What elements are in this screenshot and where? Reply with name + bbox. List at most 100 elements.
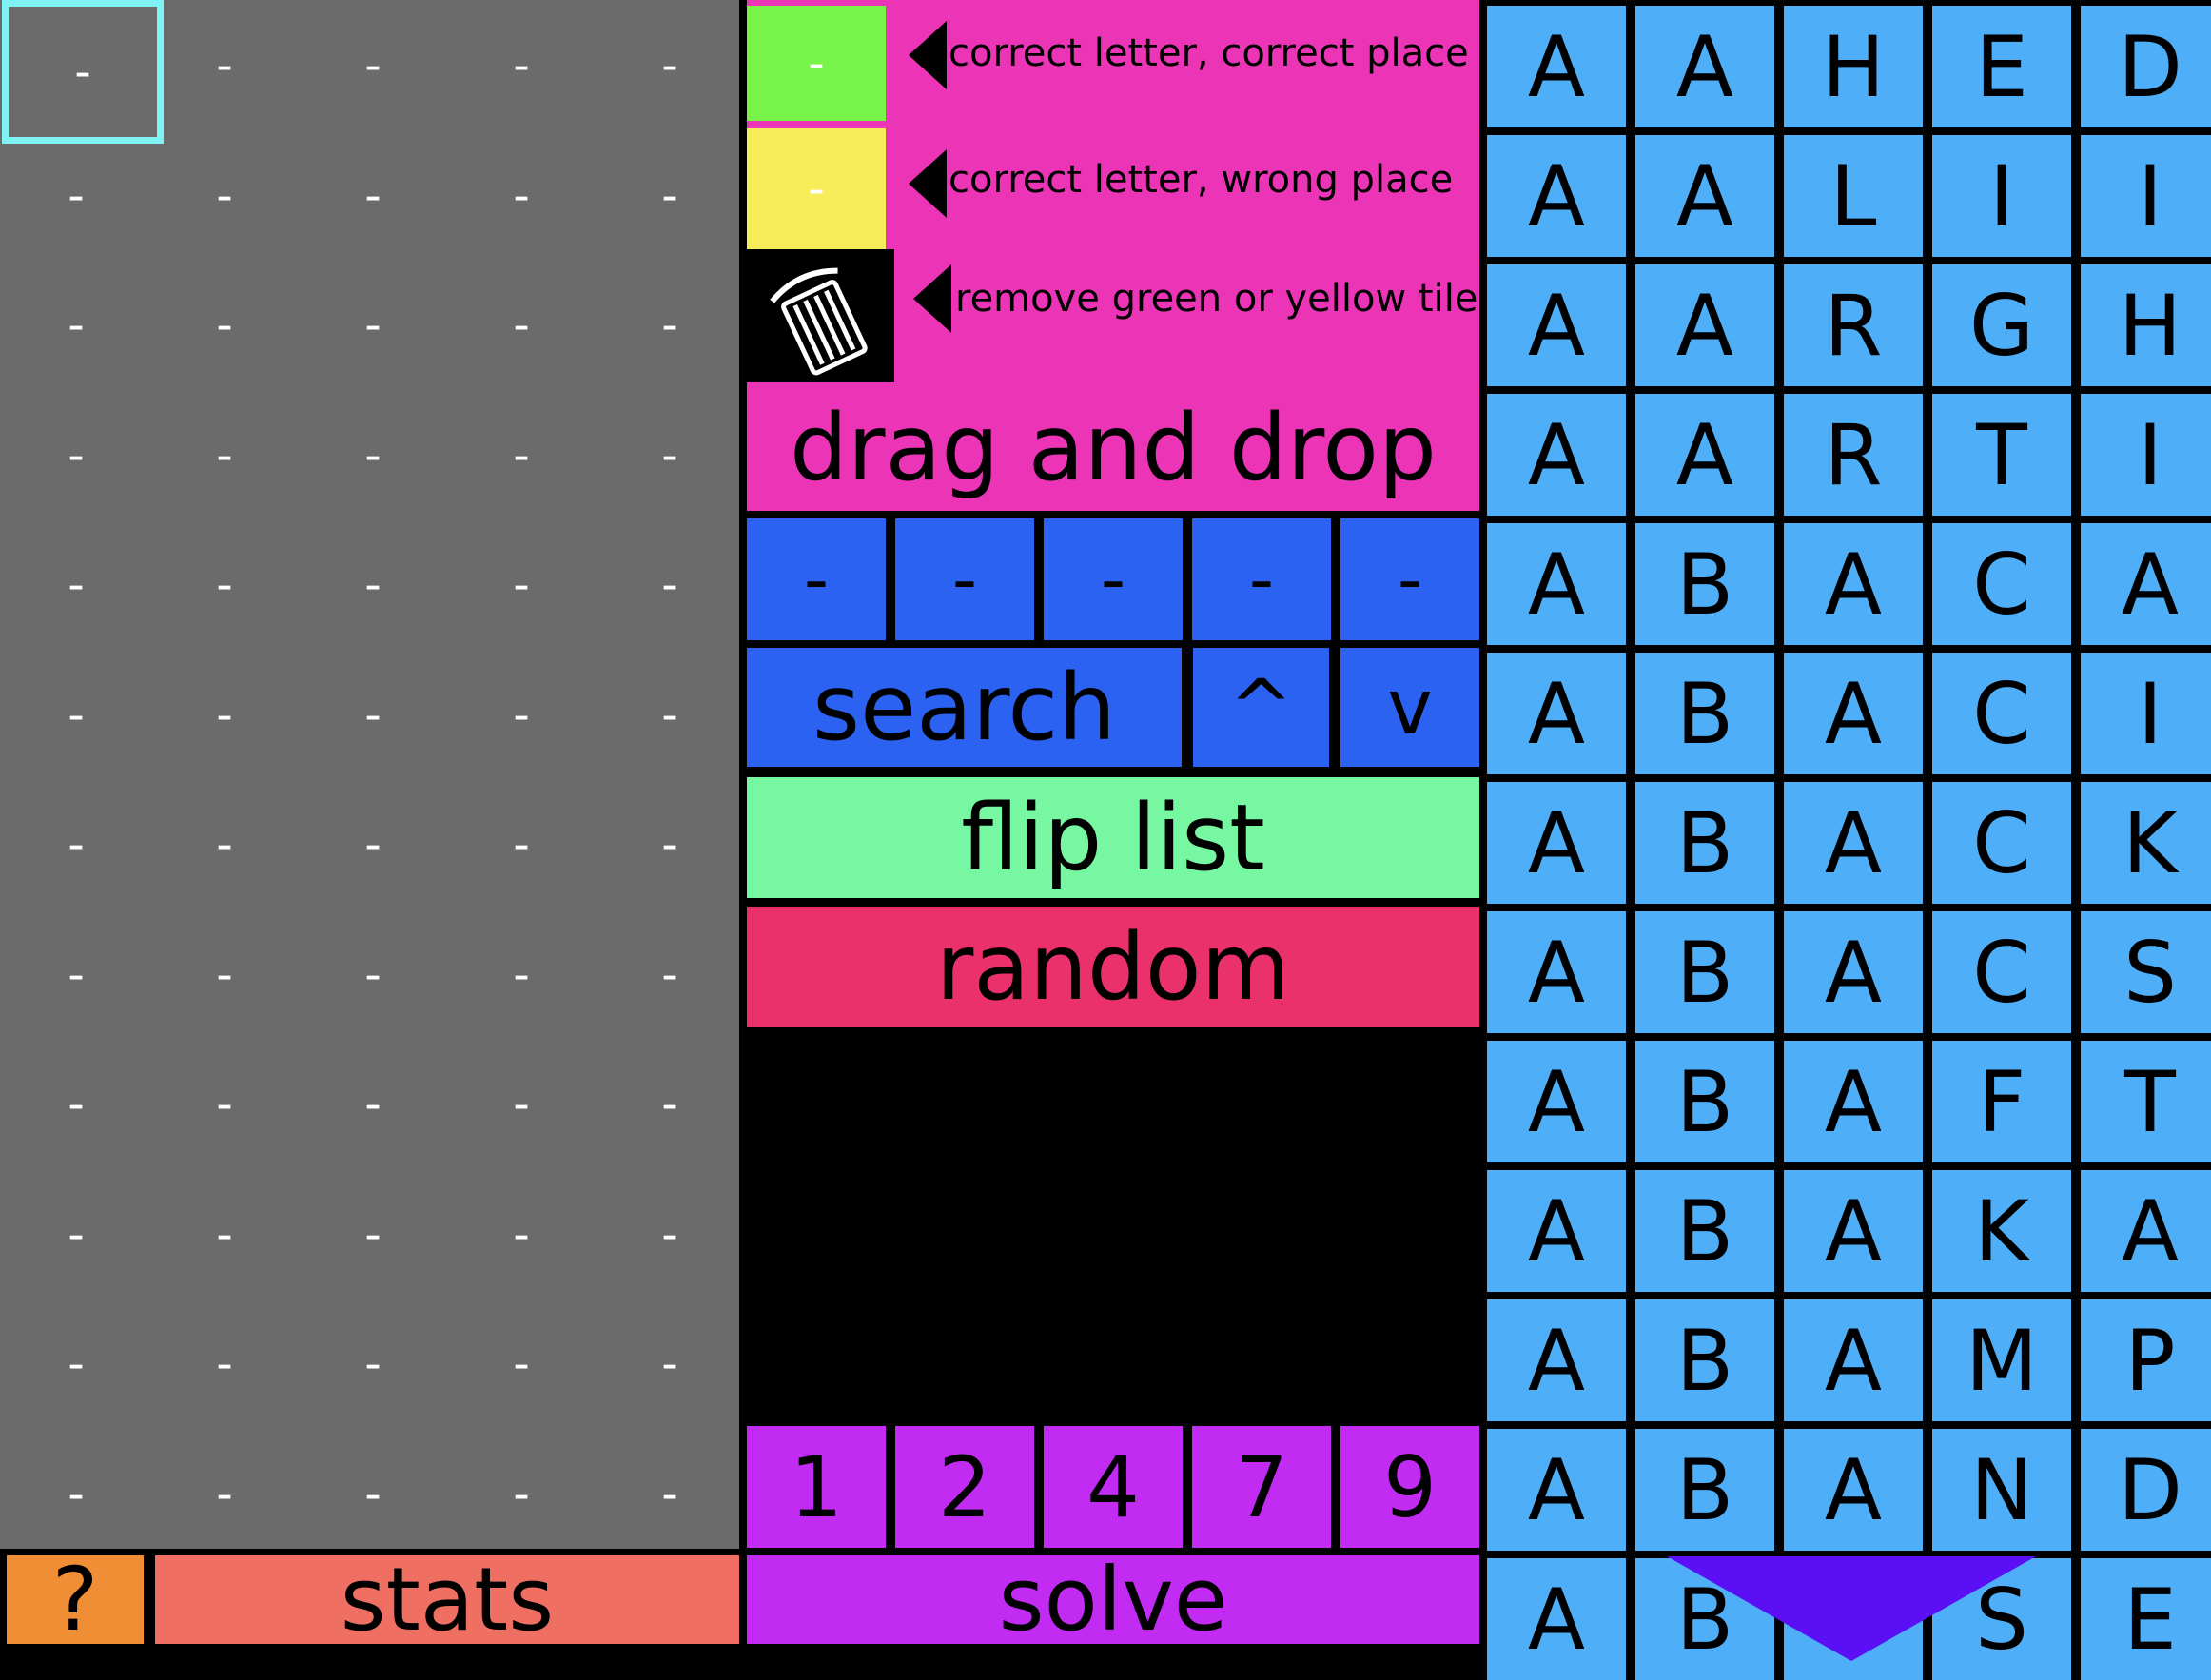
word-letter-cell[interactable]: I (1932, 135, 2071, 257)
scroll-up-button[interactable]: ^ (1193, 648, 1329, 767)
stats-button[interactable]: stats (155, 1549, 739, 1651)
word-letter-cell[interactable]: L (1784, 135, 1923, 257)
word-letter-cell[interactable]: C (1932, 653, 2071, 774)
guess-cell[interactable]: - (2, 909, 150, 1040)
word-letter-cell[interactable]: B (1635, 523, 1774, 645)
word-letter-cell[interactable]: P (2081, 1299, 2211, 1421)
word-letter-cell[interactable]: A (1487, 135, 1626, 257)
guess-cell[interactable]: - (596, 390, 744, 520)
guess-cell[interactable]: - (596, 779, 744, 909)
word-letter-cell[interactable]: A (1635, 394, 1774, 516)
guess-cell[interactable]: - (150, 1169, 299, 1299)
guess-cell[interactable]: - (150, 1429, 299, 1559)
guess-cell[interactable]: - (150, 260, 299, 390)
guess-cell[interactable]: - (150, 0, 299, 130)
flip-list-button[interactable]: flip list (747, 777, 1479, 898)
random-button[interactable]: random (747, 907, 1479, 1027)
solve-button[interactable]: solve (747, 1549, 1479, 1651)
word-letter-cell[interactable]: A (1487, 1041, 1626, 1162)
guess-cell[interactable]: - (2, 0, 164, 144)
word-letter-cell[interactable]: A (1487, 653, 1626, 774)
guess-cell[interactable]: - (596, 1169, 744, 1299)
word-letter-cell[interactable]: A (1487, 782, 1626, 904)
guess-cell[interactable]: - (2, 1039, 150, 1169)
word-letter-cell[interactable]: A (1784, 653, 1923, 774)
guess-cell[interactable]: - (447, 650, 596, 780)
word-letter-cell[interactable]: K (1932, 1170, 2071, 1292)
guess-cell[interactable]: - (596, 650, 744, 780)
guess-cell[interactable]: - (2, 779, 150, 909)
guess-cell[interactable]: - (447, 0, 596, 130)
word-letter-cell[interactable]: I (2081, 653, 2211, 774)
guess-cell[interactable]: - (447, 260, 596, 390)
word-letter-cell[interactable]: C (1932, 782, 2071, 904)
guess-cell[interactable]: - (2, 260, 150, 390)
word-letter-cell[interactable]: I (2081, 394, 2211, 516)
word-letter-cell[interactable]: N (1932, 1429, 2071, 1551)
guess-cell[interactable]: - (447, 130, 596, 261)
word-letter-cell[interactable]: A (1635, 264, 1774, 386)
word-list[interactable]: AAHEDAALIIAARGHAARTIABACAABACIABACKABACS… (1487, 0, 2211, 1680)
word-letter-cell[interactable]: B (1635, 653, 1774, 774)
search-button[interactable]: search (747, 648, 1182, 767)
guess-cell[interactable]: - (596, 1429, 744, 1559)
word-letter-cell[interactable]: H (1784, 6, 1923, 127)
green-tile[interactable]: - (747, 6, 886, 121)
guess-cell[interactable]: - (596, 1039, 744, 1169)
count-button-1[interactable]: 1 (747, 1426, 886, 1548)
guess-cell[interactable]: - (299, 1169, 447, 1299)
guess-cell[interactable]: - (2, 130, 150, 261)
guess-cell[interactable]: - (299, 1429, 447, 1559)
guess-cell[interactable]: - (2, 519, 150, 650)
word-letter-cell[interactable]: T (2081, 1041, 2211, 1162)
guess-cell[interactable]: - (150, 1039, 299, 1169)
guess-cell[interactable]: - (150, 390, 299, 520)
guess-cell[interactable]: - (596, 519, 744, 650)
word-letter-cell[interactable]: D (2081, 6, 2211, 127)
word-letter-cell[interactable]: B (1635, 1299, 1774, 1421)
guess-cell[interactable]: - (150, 130, 299, 261)
word-letter-cell[interactable]: E (2081, 1558, 2211, 1680)
guess-cell[interactable]: - (150, 779, 299, 909)
word-letter-cell[interactable]: A (1784, 1429, 1923, 1551)
guess-cell[interactable]: - (2, 1299, 150, 1429)
word-letter-cell[interactable]: A (1487, 1429, 1626, 1551)
word-letter-cell[interactable]: A (1784, 782, 1923, 904)
count-button-2[interactable]: 2 (895, 1426, 1034, 1548)
word-letter-cell[interactable]: A (1784, 1041, 1923, 1162)
guess-cell[interactable]: - (447, 1299, 596, 1429)
guess-cell[interactable]: - (150, 1299, 299, 1429)
word-letter-cell[interactable]: H (2081, 264, 2211, 386)
word-letter-cell[interactable]: E (1932, 6, 2071, 127)
word-letter-cell[interactable]: C (1932, 911, 2071, 1033)
guess-cell[interactable]: - (2, 390, 150, 520)
word-letter-cell[interactable]: R (1784, 264, 1923, 386)
count-button-3[interactable]: 4 (1044, 1426, 1183, 1548)
guess-cell[interactable]: - (596, 1299, 744, 1429)
word-letter-cell[interactable]: A (1487, 1170, 1626, 1292)
guess-cell[interactable]: - (447, 1169, 596, 1299)
guess-cell[interactable]: - (596, 260, 744, 390)
guess-cell[interactable]: - (299, 1039, 447, 1169)
input-letter-5[interactable]: - (1340, 518, 1479, 640)
word-letter-cell[interactable]: R (1784, 394, 1923, 516)
guess-cell[interactable]: - (299, 260, 447, 390)
word-letter-cell[interactable]: D (2081, 1429, 2211, 1551)
word-letter-cell[interactable]: A (1487, 6, 1626, 127)
input-letter-1[interactable]: - (747, 518, 886, 640)
word-letter-cell[interactable]: T (1932, 394, 2071, 516)
word-letter-cell[interactable]: A (1635, 6, 1774, 127)
word-letter-cell[interactable]: F (1932, 1041, 2071, 1162)
guess-cell[interactable]: - (2, 650, 150, 780)
guess-cell[interactable]: - (447, 1039, 596, 1169)
guess-cell[interactable]: - (447, 519, 596, 650)
word-letter-cell[interactable]: A (1487, 1299, 1626, 1421)
guess-cell[interactable]: - (447, 909, 596, 1040)
guess-cell[interactable]: - (2, 1169, 150, 1299)
word-letter-cell[interactable]: A (1784, 1299, 1923, 1421)
guess-cell[interactable]: - (447, 390, 596, 520)
word-letter-cell[interactable]: B (1635, 1429, 1774, 1551)
yellow-tile[interactable]: - (747, 128, 886, 249)
guess-cell[interactable]: - (447, 1429, 596, 1559)
word-letter-cell[interactable]: B (1635, 782, 1774, 904)
